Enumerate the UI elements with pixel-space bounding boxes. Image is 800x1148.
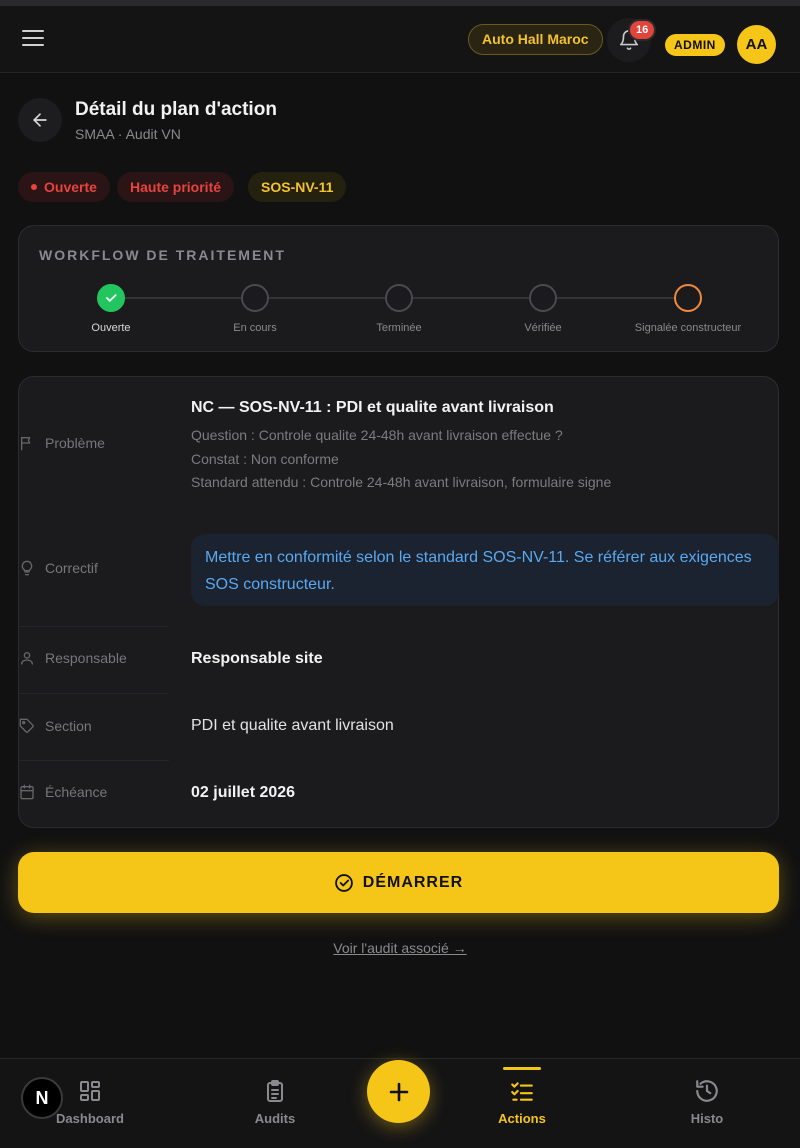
workflow-title: WORKFLOW DE TRAITEMENT bbox=[39, 247, 286, 263]
deadline-label: Échéance bbox=[45, 784, 108, 800]
start-button-label: DÉMARRER bbox=[362, 873, 464, 891]
responsible-value: Responsable site bbox=[191, 650, 323, 667]
step-circle-icon bbox=[529, 284, 557, 312]
problem-label: Problème bbox=[45, 435, 105, 451]
problem-question: Question : Controle qualite 24-48h avant… bbox=[191, 427, 563, 443]
workflow-step-label: Ouverte bbox=[91, 322, 131, 334]
deadline-row-label: Échéance bbox=[19, 784, 107, 800]
add-button[interactable] bbox=[367, 1060, 430, 1123]
workflow-step-ouverte: Ouverte bbox=[31, 284, 191, 334]
page-subtitle: SMAA · Audit VN bbox=[75, 126, 181, 142]
status-badge-label: Ouverte bbox=[44, 179, 97, 195]
n-logo-badge[interactable]: N bbox=[21, 1077, 63, 1119]
site-selector[interactable]: Auto Hall Maroc bbox=[468, 24, 603, 55]
step-circle-icon bbox=[674, 284, 702, 312]
clipboard-icon bbox=[267, 1080, 283, 1102]
notification-count-badge: 16 bbox=[628, 19, 657, 41]
checklist-icon bbox=[511, 1082, 533, 1101]
view-related-audit-link[interactable]: Voir l'audit associé → bbox=[0, 940, 800, 956]
check-icon bbox=[97, 284, 125, 312]
problem-finding: Constat : Non conforme bbox=[191, 451, 339, 467]
nav-item-actions[interactable]: Actions bbox=[462, 1077, 582, 1126]
tag-icon bbox=[19, 718, 34, 733]
role-badge: ADMIN bbox=[665, 34, 725, 56]
deadline-value: 02 juillet 2026 bbox=[191, 784, 296, 801]
status-badge: Ouverte bbox=[18, 172, 110, 202]
workflow-step-terminee: Terminée bbox=[319, 284, 479, 334]
problem-row-label: Problème bbox=[19, 435, 105, 451]
plus-icon bbox=[389, 1082, 408, 1101]
section-value: PDI et qualite avant livraison bbox=[191, 717, 394, 734]
workflow-step-verifiee: Vérifiée bbox=[463, 284, 623, 334]
menu-icon[interactable] bbox=[22, 30, 44, 48]
corrective-label: Correctif bbox=[45, 560, 98, 576]
nav-item-histo[interactable]: Histo bbox=[647, 1077, 767, 1126]
standard-code-badge: SOS-NV-11 bbox=[248, 172, 347, 202]
calendar-icon bbox=[20, 784, 34, 800]
start-button[interactable]: DÉMARRER bbox=[18, 852, 779, 913]
nav-label: Histo bbox=[690, 1111, 724, 1126]
nav-item-audits[interactable]: Audits bbox=[215, 1077, 335, 1126]
corrective-row-label: Correctif bbox=[19, 560, 98, 576]
status-dot-icon bbox=[31, 184, 37, 191]
row-divider bbox=[19, 693, 169, 694]
workflow-step-label: En cours bbox=[233, 322, 277, 334]
workflow-step-label: Signalée constructeur bbox=[634, 322, 742, 334]
action-detail-card: Problème NC — SOS-NV-11 : PDI et qualite… bbox=[18, 376, 779, 828]
responsible-row-label: Responsable bbox=[19, 650, 127, 666]
workflow-step-label: Terminée bbox=[376, 322, 422, 334]
workflow-step-label: Vérifiée bbox=[524, 322, 562, 334]
lightbulb-icon bbox=[21, 560, 33, 576]
page-title: Détail du plan d'action bbox=[75, 99, 277, 120]
app-header: Auto Hall Maroc 16 ADMIN AA bbox=[0, 6, 800, 73]
avatar[interactable]: AA bbox=[737, 25, 776, 64]
back-button[interactable] bbox=[18, 98, 62, 142]
corrective-text: Mettre en conformité selon le standard S… bbox=[191, 534, 779, 606]
nav-label: Actions bbox=[498, 1111, 546, 1126]
section-label: Section bbox=[45, 718, 92, 734]
check-circle-icon bbox=[334, 873, 353, 892]
step-circle-icon bbox=[241, 284, 269, 312]
row-divider bbox=[19, 760, 169, 761]
active-tab-indicator bbox=[503, 1067, 541, 1070]
responsible-label: Responsable bbox=[45, 650, 127, 666]
section-row-label: Section bbox=[19, 718, 92, 734]
user-icon bbox=[21, 652, 33, 665]
history-icon bbox=[696, 1080, 718, 1102]
workflow-card: WORKFLOW DE TRAITEMENT Ouverte En cours … bbox=[18, 225, 779, 352]
workflow-step-signalee-constructeur: Signalée constructeur bbox=[608, 284, 768, 334]
problem-title: NC — SOS-NV-11 : PDI et qualite avant li… bbox=[191, 399, 554, 416]
grid-icon bbox=[80, 1081, 100, 1101]
nav-label: Dashboard bbox=[56, 1111, 124, 1126]
priority-badge: Haute priorité bbox=[117, 172, 235, 202]
arrow-left-icon bbox=[33, 113, 47, 127]
row-divider bbox=[19, 626, 169, 627]
step-circle-icon bbox=[385, 284, 413, 312]
flag-icon bbox=[21, 437, 31, 451]
problem-standard: Standard attendu : Controle 24-48h avant… bbox=[191, 474, 612, 490]
workflow-step-en-cours: En cours bbox=[175, 284, 335, 334]
nav-label: Audits bbox=[254, 1111, 296, 1126]
